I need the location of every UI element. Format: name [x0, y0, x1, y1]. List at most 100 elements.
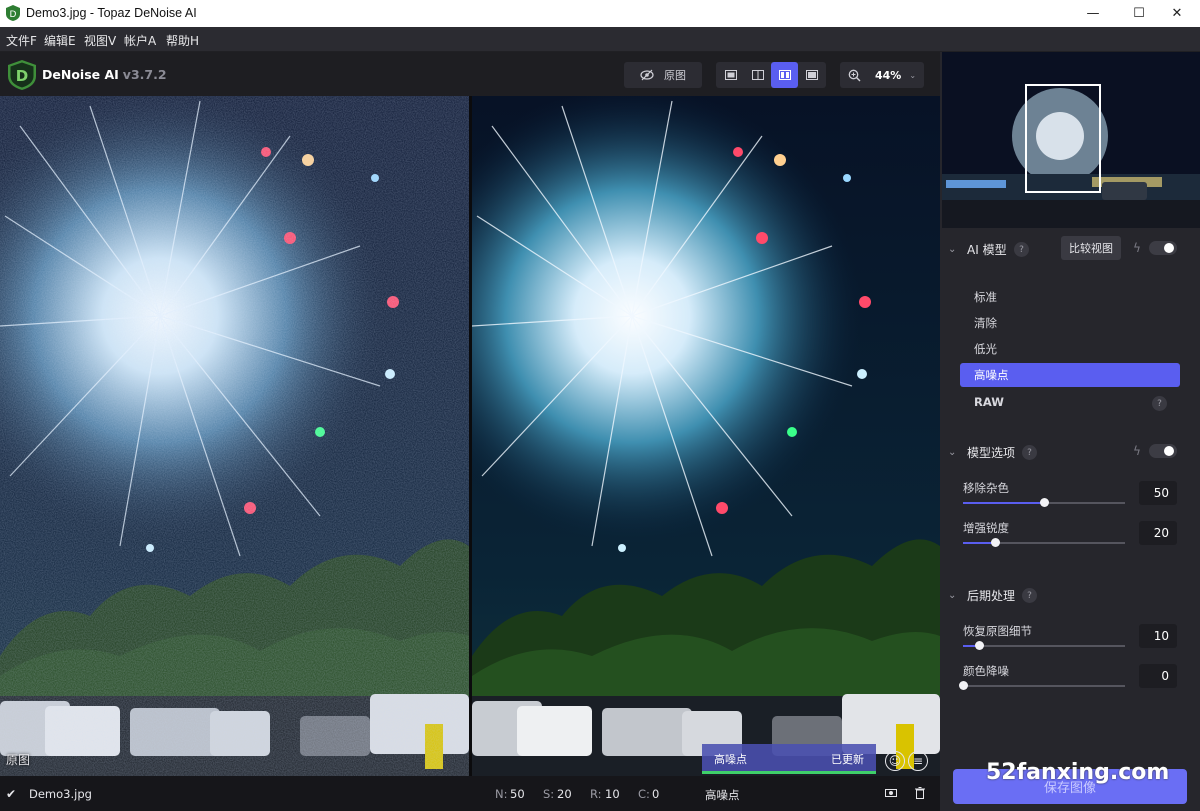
status-state-label: 已更新	[831, 753, 864, 766]
compare-view-label: 比较视图	[1069, 242, 1113, 255]
raw-help-icon[interactable]: ?	[1152, 396, 1167, 411]
preview-image-pane[interactable]	[472, 96, 940, 776]
slider-knob[interactable]	[959, 681, 968, 690]
watermark-text: 52fanxing.com	[986, 760, 1170, 785]
split-view-icon	[751, 70, 764, 80]
close-icon: ✕	[1171, 6, 1183, 21]
window-title: Demo3.jpg - Topaz DeNoise AI	[26, 6, 197, 20]
single-view-button[interactable]	[717, 62, 744, 88]
remove-noise-slider[interactable]	[963, 498, 1125, 507]
color-noise-value[interactable]: 0	[1139, 664, 1177, 688]
denoise-logo-icon: D	[8, 60, 36, 90]
original-toggle-label: 原图	[664, 69, 686, 82]
sharpen-value[interactable]: 20	[1139, 521, 1177, 545]
brand-name: DeNoise AI	[42, 67, 119, 82]
menu-view[interactable]: 视图V	[84, 32, 116, 49]
remove-noise-label: 移除杂色	[963, 481, 1009, 495]
eye-off-icon	[640, 69, 654, 81]
menu-account[interactable]: 帐户A	[124, 32, 156, 49]
zoom-control[interactable]: 44% ⌄	[840, 62, 924, 88]
maximize-icon: ☐	[1133, 6, 1145, 21]
model-item-standard[interactable]: 标准	[960, 285, 1180, 309]
menu-edit[interactable]: 编辑E	[44, 32, 76, 49]
ai-model-toggle[interactable]	[1149, 241, 1177, 255]
chevron-down-icon: ⌄	[948, 590, 957, 601]
n-value: 50	[510, 787, 525, 801]
bottom-status-bar: ✔ Demo3.jpg N: 50 S: 20 R: 10 C: 0 高噪点	[0, 776, 940, 811]
color-noise-slider[interactable]	[959, 681, 1125, 690]
checkmark-icon[interactable]: ✔	[6, 787, 16, 801]
post-processing-help-icon[interactable]: ?	[1022, 588, 1037, 603]
bolt-icon: ϟ	[1133, 444, 1141, 458]
model-item-low-light[interactable]: 低光	[960, 337, 1180, 361]
trash-icon[interactable]	[915, 787, 925, 799]
bolt-icon: ϟ	[1133, 241, 1141, 255]
recover-details-slider[interactable]	[963, 641, 1125, 650]
brand-version: v3.7.2	[122, 67, 167, 82]
sharpen-label: 增强锐度	[963, 521, 1009, 535]
chevron-down-icon: ⌄	[948, 244, 957, 255]
single-view-icon	[724, 70, 737, 80]
remove-noise-value[interactable]: 50	[1139, 481, 1177, 505]
r-value: 10	[605, 787, 620, 801]
minimize-icon: —	[1086, 6, 1100, 21]
app-icon: D	[6, 5, 20, 21]
ai-model-title: AI 模型	[967, 243, 1007, 257]
svg-text:D: D	[16, 67, 28, 85]
model-options-title: 模型选项	[967, 446, 1016, 460]
model-item-severe-noise[interactable]: 高噪点	[960, 363, 1180, 387]
s-value: 20	[557, 787, 572, 801]
c-label: C:	[638, 787, 650, 801]
model-options-toggle[interactable]	[1149, 444, 1177, 458]
close-button[interactable]: ✕	[1154, 0, 1200, 27]
recover-details-value[interactable]: 10	[1139, 624, 1177, 648]
status-model-label: 高噪点	[714, 753, 747, 766]
title-bar: D Demo3.jpg - Topaz DeNoise AI — ☐ ✕	[0, 0, 1200, 27]
preview-icon[interactable]	[885, 788, 897, 798]
quad-view-button[interactable]	[798, 62, 825, 88]
recover-details-label: 恢复原图细节	[963, 624, 1032, 638]
n-label: N:	[495, 787, 508, 801]
post-processing-section-header[interactable]: ⌄ 后期处理	[940, 586, 1200, 610]
quad-view-icon	[805, 70, 818, 80]
c-value: 0	[652, 787, 660, 801]
color-noise-label: 颜色降噪	[963, 664, 1009, 678]
menu-file[interactable]: 文件F	[6, 32, 37, 49]
s-label: S:	[543, 787, 555, 801]
neutral-feedback-icon[interactable]: ≡	[908, 751, 928, 771]
split-view-button[interactable]	[744, 62, 771, 88]
bottom-model-label: 高噪点	[705, 788, 740, 802]
file-name: Demo3.jpg	[29, 787, 92, 801]
fireworks-denoised-image	[472, 96, 940, 776]
original-image-pane[interactable]: 原图	[0, 96, 469, 776]
slider-knob[interactable]	[1040, 498, 1049, 507]
processing-status-banner: 高噪点 已更新	[702, 744, 876, 774]
smile-feedback-icon[interactable]: ☺	[885, 751, 905, 771]
settings-panel	[940, 52, 1200, 811]
post-processing-title: 后期处理	[967, 589, 1016, 603]
original-label: 原图	[6, 753, 31, 767]
navigator-image	[942, 52, 1200, 228]
zoom-icon	[848, 69, 861, 81]
navigator-thumbnail[interactable]	[942, 52, 1200, 228]
side-by-side-view-button[interactable]	[771, 62, 798, 88]
model-options-help-icon[interactable]: ?	[1022, 445, 1037, 460]
brand-title: DeNoise AI v3.7.2	[42, 67, 167, 82]
menu-help[interactable]: 帮助H	[166, 32, 199, 49]
svg-text:D: D	[10, 10, 17, 20]
fireworks-original-image	[0, 96, 469, 776]
status-progress-bar	[702, 771, 876, 774]
original-toggle-button[interactable]: 原图	[624, 62, 702, 88]
r-label: R:	[590, 787, 602, 801]
model-item-clear[interactable]: 清除	[960, 311, 1180, 335]
chevron-down-icon: ⌄	[909, 70, 917, 80]
ai-model-help-icon[interactable]: ?	[1014, 242, 1029, 257]
sharpen-slider[interactable]	[963, 538, 1125, 547]
side-by-side-view-icon	[778, 70, 791, 80]
image-stage[interactable]: 原图 高噪点 已更新 ☺ ≡	[0, 96, 940, 776]
model-item-raw[interactable]: RAW	[960, 390, 1180, 414]
chevron-down-icon: ⌄	[948, 447, 957, 458]
menu-bar: 文件F 编辑E 视图V 帐户A 帮助H	[0, 27, 1200, 52]
compare-view-button[interactable]: 比较视图	[1061, 236, 1121, 260]
minimize-button[interactable]: —	[1070, 0, 1116, 27]
